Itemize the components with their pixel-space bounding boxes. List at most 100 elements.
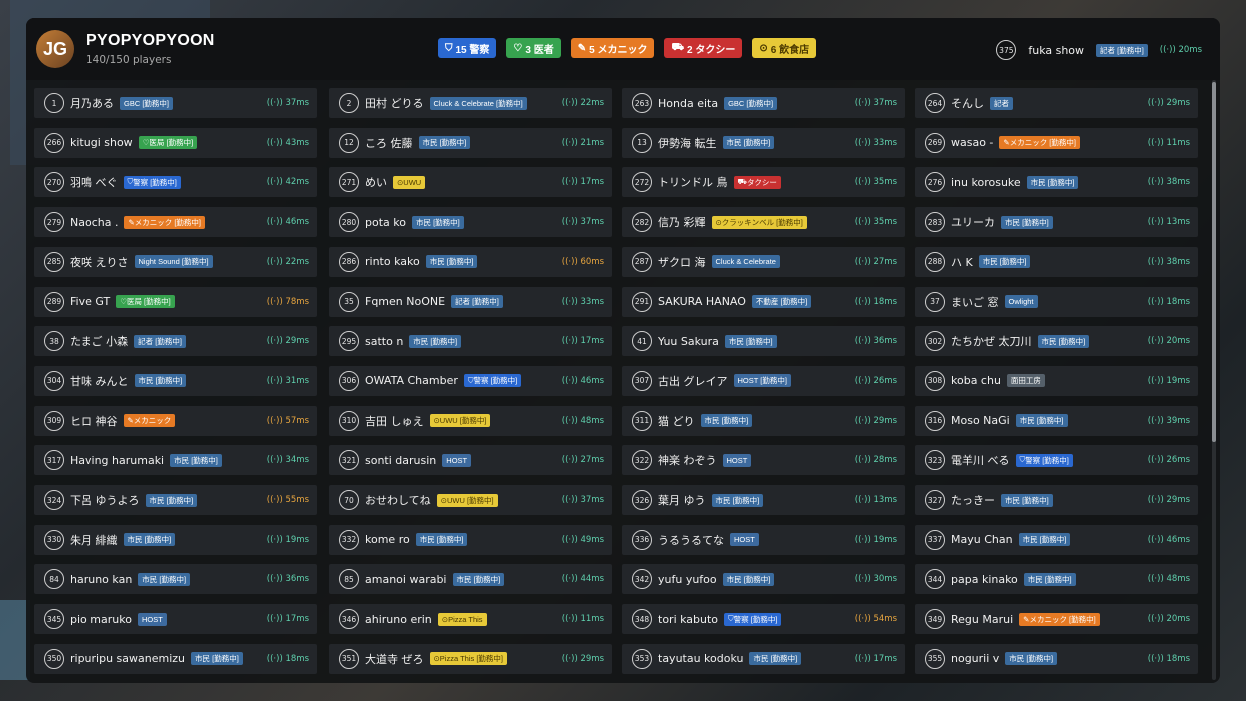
player-card[interactable]: 289 Five GT ♡ 医局 [勤務中] ((·)) 78ms bbox=[34, 286, 317, 317]
player-card[interactable]: 323 電羊川 べる ⛉ 警察 [勤務中] ((·)) 26ms bbox=[915, 445, 1198, 476]
player-card[interactable]: 308 koba chu 面田工房 ((·)) 19ms bbox=[915, 365, 1198, 396]
player-ping: ((·)) 17ms bbox=[267, 614, 309, 624]
player-card[interactable]: 288 ハ K 市民 [勤務中] ((·)) 38ms bbox=[915, 246, 1198, 277]
player-card[interactable]: 269 wasao - ✎ メカニック [勤務中] ((·)) 11ms bbox=[915, 127, 1198, 158]
player-name: tori kabuto bbox=[658, 612, 719, 626]
player-card[interactable]: 285 夜咲 えりさ Night Sound [勤務中] ((·)) 22ms bbox=[34, 246, 317, 277]
player-job-tag-label: 記者 bbox=[994, 98, 1009, 108]
player-job-tag: ⛉ 警察 [勤務中] bbox=[123, 175, 181, 189]
player-card[interactable]: 326 葉月 ゆう 市民 [勤務中] ((·)) 13ms bbox=[622, 485, 905, 515]
player-card[interactable]: 332 kome ro 市民 [勤務中] ((·)) 49ms bbox=[329, 524, 612, 555]
player-job-tag: GBC [勤務中] bbox=[724, 96, 778, 110]
player-row: 270 羽鳴 べぐ ⛉ 警察 [勤務中] ((·)) 42ms 271 めい ⊙ UWU ((… bbox=[34, 167, 1206, 198]
player-card[interactable]: 330 朱月 緋織 市民 [勤務中] ((·)) 19ms bbox=[34, 524, 317, 555]
self-player-id: 375 bbox=[996, 40, 1017, 60]
player-job-tag-label: Night Sound [勤務中] bbox=[138, 257, 209, 267]
signal-icon: ((·)) bbox=[854, 375, 874, 386]
player-card[interactable]: 279 Naocha . ✎ メカニック [勤務中] ((·)) 46ms bbox=[34, 207, 317, 238]
player-card[interactable]: 271 めい ⊙ UWU ((·)) 17ms bbox=[329, 167, 612, 198]
player-card[interactable]: 41 Yuu Sakura 市民 [勤務中] ((·)) 36ms bbox=[622, 326, 905, 357]
player-ping-value: 46ms bbox=[580, 375, 604, 386]
player-card[interactable]: 306 OWATA Chamber ⛉ 警察 [勤務中] ((·)) 46ms bbox=[329, 365, 612, 396]
player-ping: ((·)) 37ms bbox=[267, 98, 309, 108]
player-card[interactable]: 13 伊勢海 転生 市民 [勤務中] ((·)) 33ms bbox=[622, 127, 905, 158]
player-ping: ((·)) 37ms bbox=[855, 98, 897, 108]
player-grid[interactable]: 1 月乃ある GBC [勤務中] ((·)) 37ms 2 田村 どりる Cluck & C… bbox=[34, 88, 1206, 683]
player-ping-value: 39ms bbox=[1166, 415, 1190, 426]
player-ping-value: 11ms bbox=[580, 614, 604, 625]
player-card[interactable]: 266 kitugi show ♡ 医局 [勤務中] ((·)) 43ms bbox=[34, 127, 317, 158]
player-card[interactable]: 350 ripuripu sawanemizu 市民 [勤務中] ((·)) 18ms bbox=[34, 643, 317, 674]
player-job-tag: 市民 [勤務中] bbox=[1023, 572, 1076, 586]
player-job-tag: ♡ 医局 [勤務中] bbox=[138, 136, 198, 150]
player-card[interactable]: 37 まいご 窓 Owlight ((·)) 18ms bbox=[915, 286, 1198, 317]
player-card[interactable]: 322 神楽 わぞう HOST ((·)) 28ms bbox=[622, 445, 905, 476]
player-card[interactable]: 337 Mayu Chan 市民 [勤務中] ((·)) 46ms bbox=[915, 524, 1198, 555]
player-job-tag: 市民 [勤務中] bbox=[123, 533, 176, 547]
scrollbar-thumb[interactable] bbox=[1212, 82, 1216, 442]
player-card[interactable]: 349 Regu Marui ✎ メカニック [勤務中] ((·)) 20ms bbox=[915, 604, 1198, 635]
player-card[interactable]: 311 猫 どり 市民 [勤務中] ((·)) 29ms bbox=[622, 405, 905, 436]
player-card[interactable]: 70 おせわしてね ⊙ UWU [勤務中] ((·)) 37ms bbox=[329, 485, 612, 515]
player-job-tag: 市民 [勤務中] bbox=[134, 374, 187, 388]
player-card[interactable]: 12 ころ 佐藤 市民 [勤務中] ((·)) 21ms bbox=[329, 127, 612, 158]
player-job-tag-label: 市民 [勤務中] bbox=[419, 535, 464, 545]
player-job-tag-label: 警察 [勤務中] bbox=[1025, 455, 1069, 465]
player-card[interactable]: 291 SAKURA HANAO 不動産 [勤務中] ((·)) 18ms bbox=[622, 286, 905, 317]
player-card[interactable]: 346 ahiruno erin ⊙ Pizza This ((·)) 11ms bbox=[329, 604, 612, 635]
player-job-tag-label: GBC [勤務中] bbox=[728, 98, 774, 108]
player-card[interactable]: 321 sonti darusin HOST ((·)) 27ms bbox=[329, 445, 612, 476]
player-card[interactable]: 342 yufu yufoo 市民 [勤務中] ((·)) 30ms bbox=[622, 564, 905, 595]
player-card[interactable]: 84 haruno kan 市民 [勤務中] ((·)) 36ms bbox=[34, 564, 317, 595]
player-card[interactable]: 270 羽鳴 べぐ ⛉ 警察 [勤務中] ((·)) 42ms bbox=[34, 167, 317, 198]
player-ping: ((·)) 37ms bbox=[562, 217, 604, 227]
player-card[interactable]: 263 Honda eita GBC [勤務中] ((·)) 37ms bbox=[622, 88, 905, 118]
player-card[interactable]: 309 ヒロ 神谷 ✎ メカニック ((·)) 57ms bbox=[34, 405, 317, 436]
player-card[interactable]: 317 Having harumaki 市民 [勤務中] ((·)) 34ms bbox=[34, 445, 317, 476]
player-card[interactable]: 351 大道寺 ぜろ ⊙ Pizza This [勤務中] ((·)) 29ms bbox=[329, 643, 612, 674]
player-card[interactable]: 345 pio maruko HOST ((·)) 17ms bbox=[34, 604, 317, 635]
player-card[interactable]: 304 甘味 みんと 市民 [勤務中] ((·)) 31ms bbox=[34, 365, 317, 396]
signal-icon: ((·)) bbox=[854, 98, 874, 108]
player-name: 信乃 彩輝 bbox=[658, 216, 706, 230]
player-job-tag-label: 市民 [勤務中] bbox=[429, 257, 474, 267]
player-card[interactable]: 348 tori kabuto ⛉ 警察 [勤務中] ((·)) 54ms bbox=[622, 604, 905, 635]
player-card[interactable]: 85 amanoi warabi 市民 [勤務中] ((·)) 44ms bbox=[329, 564, 612, 595]
player-card[interactable]: 316 Moso NaGi 市民 [勤務中] ((·)) 39ms bbox=[915, 405, 1198, 436]
player-ping-value: 19ms bbox=[1166, 375, 1190, 386]
player-card[interactable]: 310 吉田 しゅえ ⊙ UWU [勤務中] ((·)) 48ms bbox=[329, 405, 612, 436]
player-ping-value: 22ms bbox=[580, 98, 604, 108]
player-card[interactable]: 276 inu korosuke 市民 [勤務中] ((·)) 38ms bbox=[915, 167, 1198, 198]
player-card[interactable]: 355 nogurii v 市民 [勤務中] ((·)) 18ms bbox=[915, 643, 1198, 674]
player-card[interactable]: 38 たまご 小森 記者 [勤務中] ((·)) 29ms bbox=[34, 326, 317, 357]
player-ping-value: 57ms bbox=[285, 415, 309, 426]
player-card[interactable]: 324 下呂 ゆうよろ 市民 [勤務中] ((·)) 55ms bbox=[34, 485, 317, 515]
player-ping: ((·)) 18ms bbox=[855, 297, 897, 307]
player-card[interactable]: 264 そんし 記者 ((·)) 29ms bbox=[915, 88, 1198, 118]
player-ping: ((·)) 19ms bbox=[267, 535, 309, 545]
player-card[interactable]: 307 古出 グレイア HOST [勤務中] ((·)) 26ms bbox=[622, 365, 905, 396]
player-card[interactable]: 1 月乃ある GBC [勤務中] ((·)) 37ms bbox=[34, 88, 317, 118]
player-card[interactable]: 2 田村 どりる Cluck & Celebrate [勤務中] ((·)) 22ms bbox=[329, 88, 612, 118]
player-job-tag: HOST bbox=[730, 533, 759, 547]
player-ping-value: 11ms bbox=[1166, 137, 1190, 148]
player-id: 280 bbox=[339, 212, 359, 233]
player-card[interactable]: 336 うるうるてな HOST ((·)) 19ms bbox=[622, 524, 905, 555]
player-card[interactable]: 327 たっきー 市民 [勤務中] ((·)) 29ms bbox=[915, 485, 1198, 515]
player-card[interactable]: 286 rinto kako 市民 [勤務中] ((·)) 60ms bbox=[329, 246, 612, 277]
player-card[interactable]: 35 Fqmen NoONE 記者 [勤務中] ((·)) 33ms bbox=[329, 286, 612, 317]
player-id: 349 bbox=[925, 609, 945, 630]
player-job-tag: ⊙ Pizza This bbox=[437, 612, 487, 626]
player-card[interactable]: 344 papa kinako 市民 [勤務中] ((·)) 48ms bbox=[915, 564, 1198, 595]
player-card[interactable]: 302 たちかぜ 太刀川 市民 [勤務中] ((·)) 20ms bbox=[915, 326, 1198, 357]
player-card[interactable]: 287 ザクロ 海 Cluck & Celebrate ((·)) 27ms bbox=[622, 246, 905, 277]
player-card[interactable]: 272 トリンドル 鳥 ⛟ タクシー ((·)) 35ms bbox=[622, 167, 905, 198]
player-job-tag: GBC [勤務中] bbox=[120, 96, 174, 110]
player-card[interactable]: 295 satto n 市民 [勤務中] ((·)) 17ms bbox=[329, 326, 612, 357]
player-card[interactable]: 282 信乃 彩輝 ⊙ クラッキンベル [勤務中] ((·)) 35ms bbox=[622, 207, 905, 238]
player-card[interactable]: 353 tayutau kodoku 市民 [勤務中] ((·)) 17ms bbox=[622, 643, 905, 674]
player-card[interactable]: 280 pota ko 市民 [勤務中] ((·)) 37ms bbox=[329, 207, 612, 238]
player-ping-value: 42ms bbox=[285, 177, 309, 188]
player-card[interactable]: 283 ユリーカ 市民 [勤務中] ((·)) 13ms bbox=[915, 207, 1198, 238]
player-job-tag-label: 市民 [勤務中] bbox=[1027, 574, 1072, 584]
